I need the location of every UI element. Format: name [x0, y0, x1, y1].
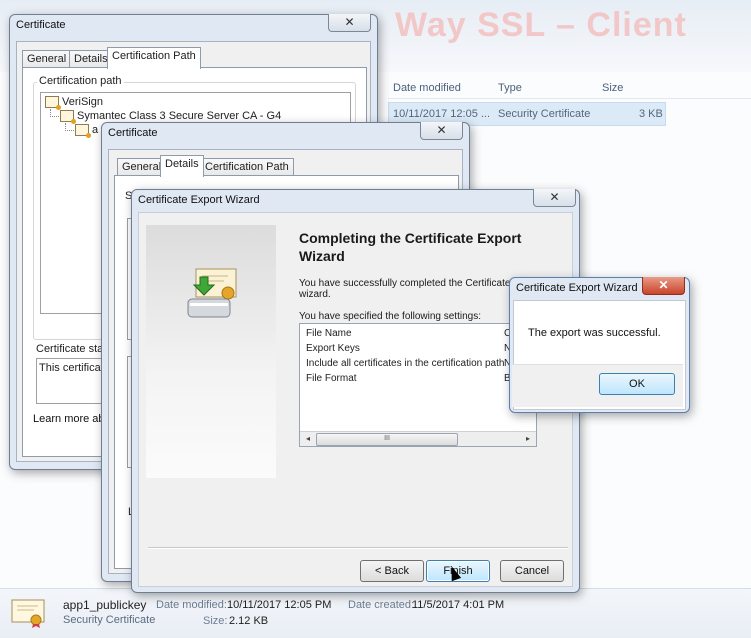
tree-node-label: VeriSign — [62, 96, 103, 108]
certificate-status-text: This certificate — [39, 362, 110, 374]
setting-name: File Format — [306, 373, 357, 384]
scroll-left-icon[interactable]: ◂ — [302, 433, 314, 445]
tree-node-label: a — [92, 124, 99, 136]
close-icon[interactable]: ✕ — [533, 189, 576, 207]
details-file-name: app1_publickey — [63, 598, 147, 612]
certificate-icon — [75, 124, 91, 138]
setting-name: Export Keys — [306, 343, 360, 354]
background-watermark-title: Way SSL – Client — [395, 6, 687, 44]
wizard-footer-separator — [148, 547, 568, 549]
certificate-icon — [45, 96, 61, 110]
window-title: Certificate Export Wizard — [516, 282, 638, 294]
horizontal-scrollbar[interactable]: ◂ III ▸ — [300, 431, 536, 446]
column-date-modified[interactable]: Date modified — [393, 82, 461, 94]
details-date-created-label: Date created: — [348, 599, 415, 611]
certificate-icon — [60, 110, 76, 124]
setting-name: File Name — [306, 328, 352, 339]
certification-path-group-label: Certification path — [37, 75, 124, 87]
file-type: Security Certificate — [498, 108, 591, 120]
wizard-completed-text: You have successfully completed the Cert… — [299, 278, 525, 289]
ok-button[interactable]: OK — [599, 373, 675, 395]
details-size: 2.12 KB — [229, 615, 269, 627]
settings-list[interactable]: File Name C Export Keys N Include all ce… — [299, 323, 537, 447]
details-size-label: Size: — [203, 615, 228, 627]
tree-node-intermediate[interactable]: Symantec Class 3 Secure Server CA - G4 — [60, 110, 282, 124]
details-date-modified-label: Date modified: — [156, 599, 227, 611]
close-icon[interactable]: ✕ — [420, 122, 463, 140]
close-icon[interactable]: ✕ — [328, 14, 371, 32]
tab-certification-path[interactable]: Certification Path — [107, 47, 201, 69]
window-title: Certificate Export Wizard — [138, 194, 260, 206]
details-pane: app1_publickey Security Certificate Date… — [0, 588, 751, 638]
file-size: 3 KB — [639, 108, 663, 120]
details-date-modified: 10/11/2017 12:05 PM — [227, 599, 332, 611]
certificate-file-icon — [11, 599, 45, 628]
export-success-message: The export was successful. — [528, 327, 661, 339]
close-icon[interactable]: ✕ — [642, 277, 685, 295]
setting-name: Include all certificates in the certific… — [306, 358, 505, 369]
wizard-heading: Completing the Certificate Export Wizard — [299, 230, 522, 264]
tab-details[interactable]: Details — [160, 155, 204, 177]
file-date: 10/11/2017 12:05 ... — [393, 108, 491, 120]
scroll-right-icon[interactable]: ▸ — [522, 433, 534, 445]
tree-node-label: Symantec Class 3 Secure Server CA - G4 — [77, 110, 282, 122]
wizard-side-banner — [146, 225, 276, 478]
certificate-export-icon — [187, 268, 237, 318]
tree-node-root[interactable]: VeriSign — [45, 96, 103, 110]
window-title: Certificate — [108, 127, 158, 139]
window-title: Certificate — [16, 19, 66, 31]
file-list-header: Date modified Type Size — [388, 76, 751, 99]
wizard-completed-text-2: wizard. — [299, 289, 331, 300]
details-file-type: Security Certificate — [63, 614, 156, 626]
cancel-button[interactable]: Cancel — [500, 560, 564, 582]
column-type[interactable]: Type — [498, 82, 522, 94]
wizard-settings-intro: You have specified the following setting… — [299, 311, 481, 322]
tree-node-leaf[interactable]: a — [75, 124, 99, 138]
back-button[interactable]: < Back — [360, 560, 424, 582]
scroll-thumb[interactable]: III — [316, 433, 458, 446]
column-size[interactable]: Size — [602, 82, 623, 94]
details-date-created: 11/5/2017 4:01 PM — [412, 599, 505, 611]
